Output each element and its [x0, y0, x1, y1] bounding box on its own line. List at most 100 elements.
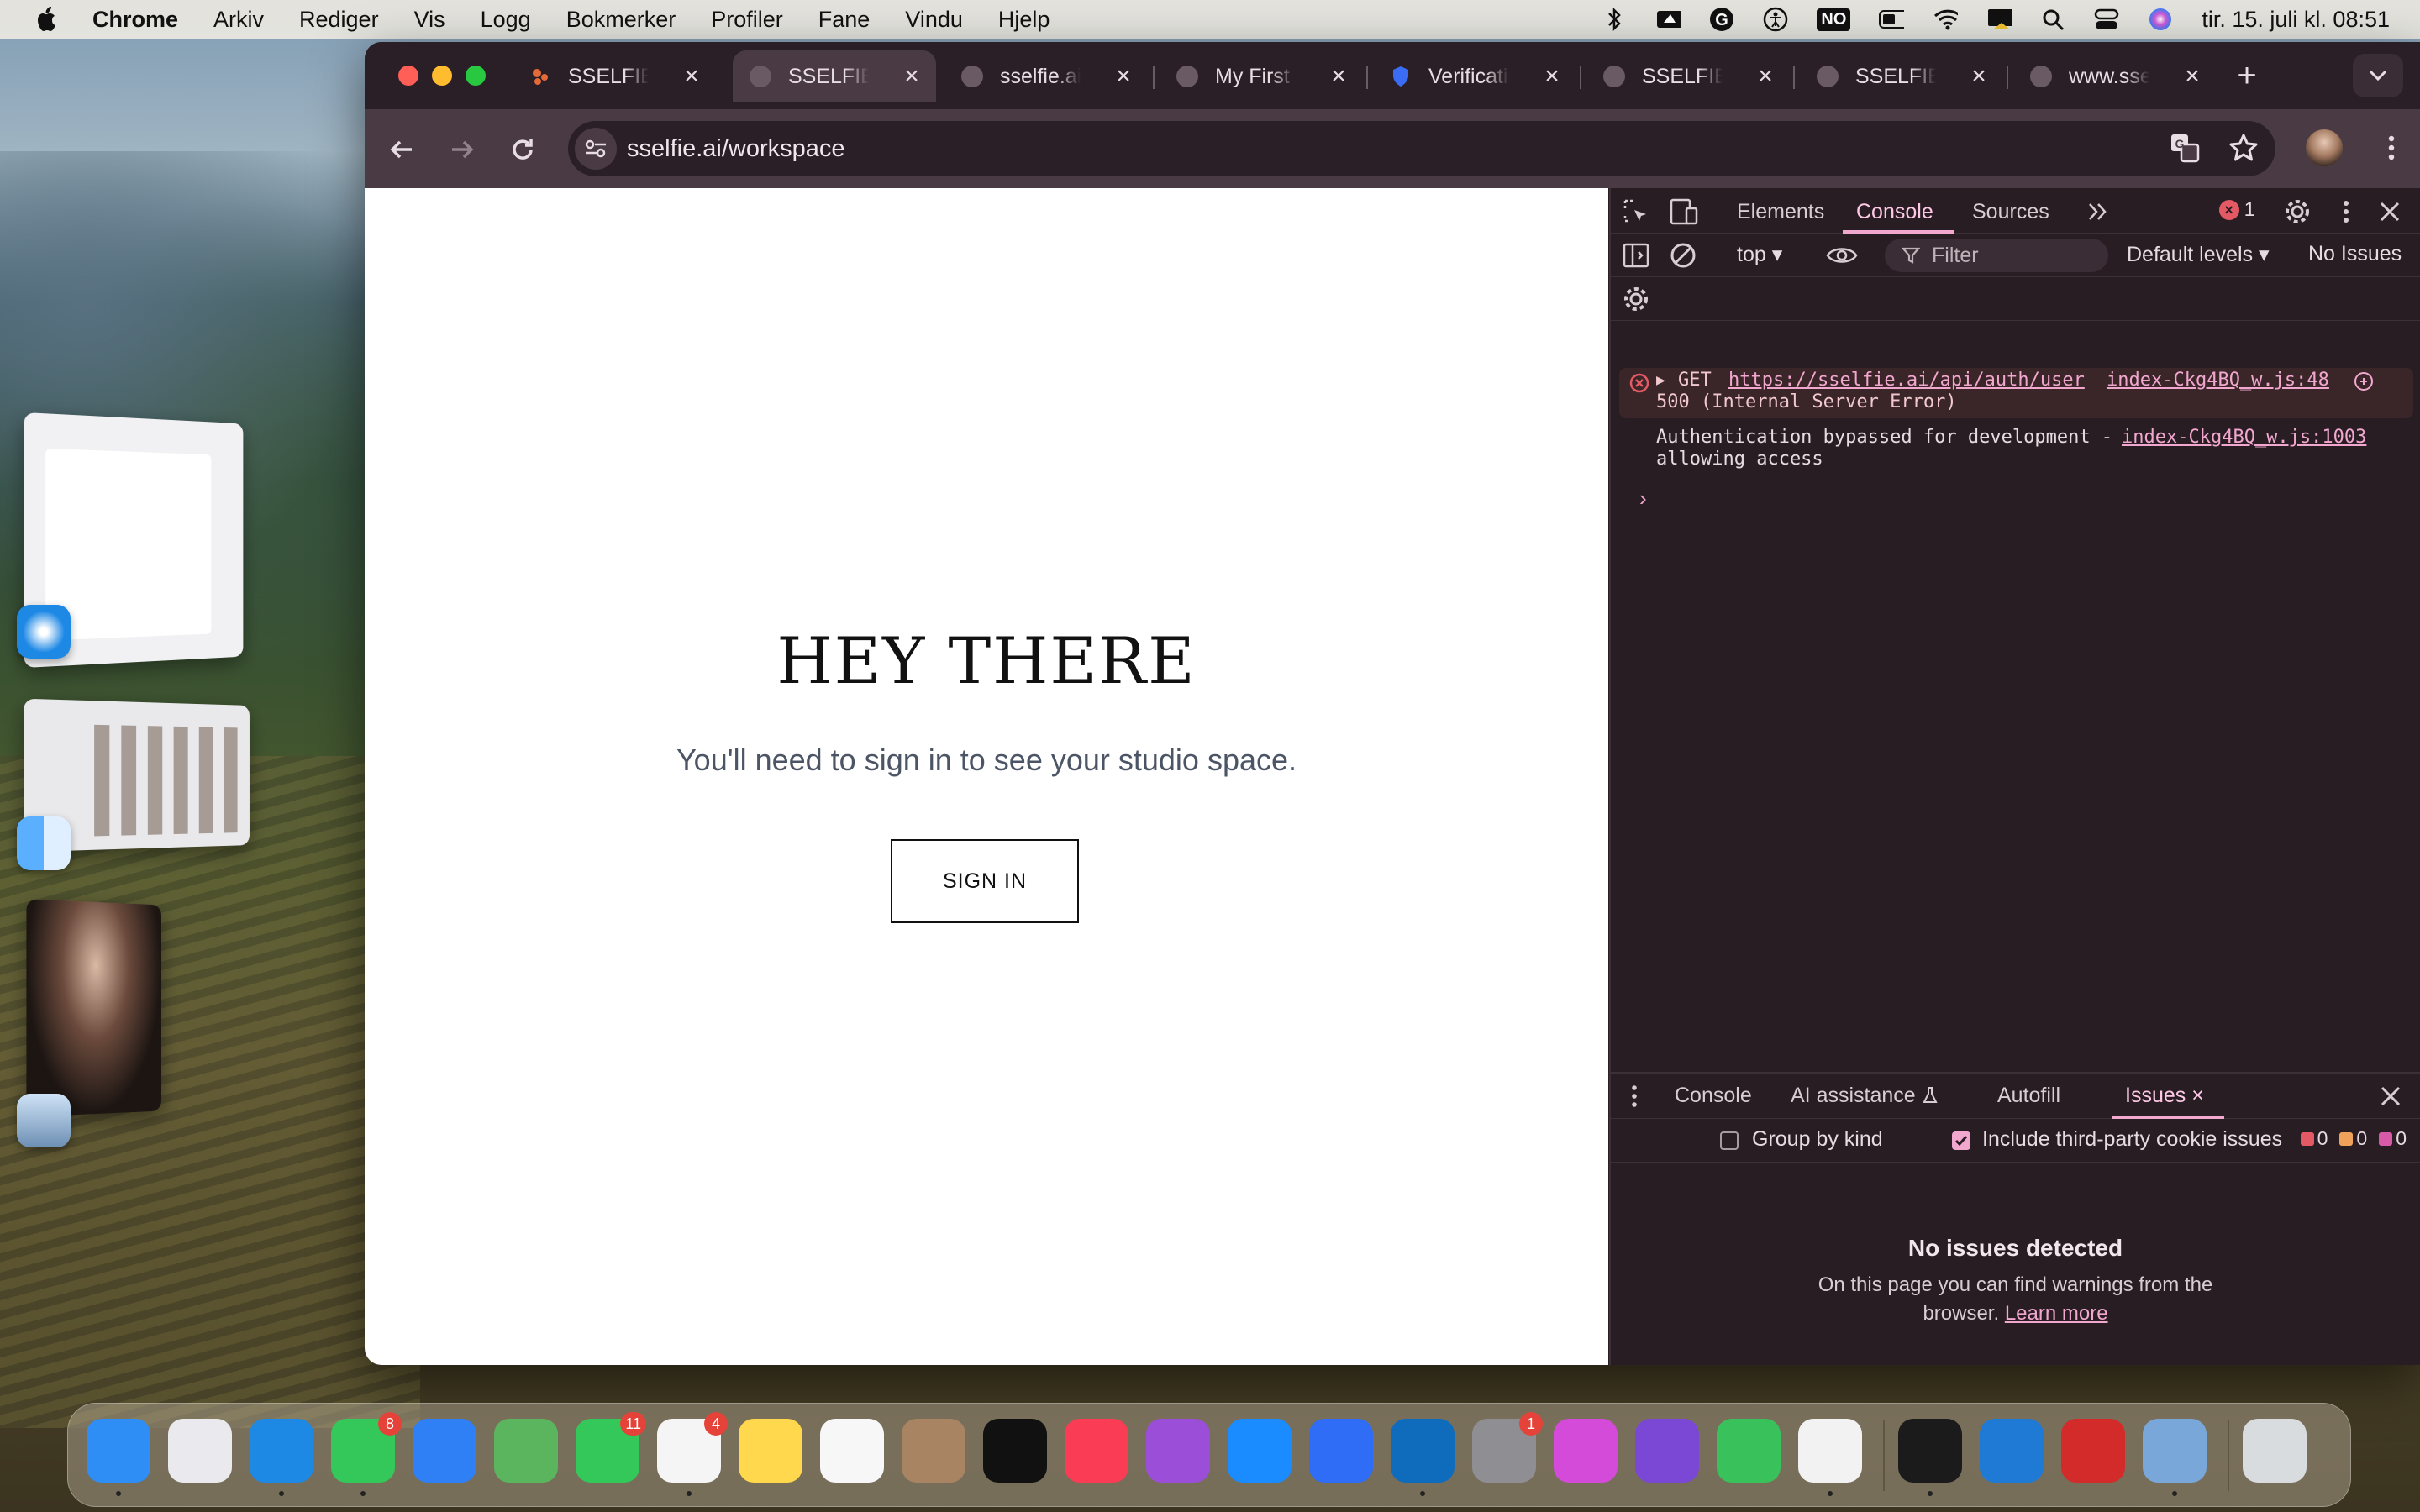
tab-close-icon[interactable]: × [1753, 64, 1778, 89]
menu-vis[interactable]: Vis [414, 7, 445, 33]
devtools-settings-icon[interactable] [2284, 198, 2311, 225]
tab-close-icon[interactable]: × [679, 64, 704, 89]
clear-console-icon[interactable] [1670, 242, 1697, 269]
tab-close-icon[interactable]: × [1966, 64, 1991, 89]
drawer-close-icon[interactable] [2380, 1085, 2402, 1107]
tab-close-icon[interactable]: × [2180, 64, 2205, 89]
chrome-menu-icon[interactable] [2383, 133, 2400, 163]
tab-my-first[interactable]: My First P × [1160, 50, 1363, 102]
stage-finder-icon[interactable] [17, 816, 71, 870]
menu-app-name[interactable]: Chrome [92, 7, 178, 33]
grammarly-icon[interactable]: G [1709, 7, 1734, 32]
dock-launchpad-icon[interactable] [168, 1419, 232, 1483]
group-by-kind-checkbox[interactable] [1720, 1131, 1739, 1150]
dock-app-store-icon[interactable] [1228, 1419, 1292, 1483]
learn-more-link[interactable]: Learn more [2005, 1302, 2108, 1325]
error-source-link[interactable]: index-Ckg4BQ_w.js:48 [2107, 370, 2329, 391]
tab-close-icon[interactable]: × [1539, 64, 1565, 89]
close-issues-tab-icon[interactable]: × [2191, 1084, 2204, 1107]
wifi-icon[interactable] [1933, 7, 1959, 32]
menubar-clock[interactable]: tir. 15. juli kl. 08:51 [2202, 7, 2390, 33]
menu-vindu[interactable]: Vindu [905, 7, 963, 33]
issues-status[interactable]: No Issues [2308, 242, 2402, 266]
dock-podcasts-icon[interactable] [1146, 1419, 1210, 1483]
control-center-icon[interactable] [2094, 7, 2119, 32]
new-tab-button[interactable]: + [2230, 59, 2264, 92]
dock-notes-icon[interactable] [739, 1419, 802, 1483]
console-prompt-caret[interactable]: › [1639, 486, 1647, 512]
console-settings-icon[interactable] [1623, 286, 1649, 312]
address-bar[interactable]: sselfie.ai/workspace [568, 121, 2275, 176]
third-party-cookie-checkbox[interactable] [1952, 1131, 1970, 1150]
tab-sselfie-2[interactable]: SSELFIE S × [733, 50, 936, 102]
dock-outlook-icon[interactable] [1391, 1419, 1455, 1496]
error-counter[interactable]: × 1 [2218, 198, 2255, 222]
dock-facetime-icon[interactable]: 11 [576, 1412, 646, 1483]
minimize-window-button[interactable] [432, 66, 452, 86]
site-info-icon[interactable] [575, 128, 617, 170]
dock-github-desktop-icon[interactable] [1635, 1419, 1699, 1483]
context-selector[interactable]: top ▾ [1737, 242, 1782, 267]
console-info-message[interactable]: Authentication bypassed for development … [1619, 427, 2413, 474]
inspect-element-icon[interactable] [1623, 198, 1649, 225]
tab-verification[interactable]: Verificatio × [1373, 50, 1576, 102]
dock-roblox-icon[interactable] [1309, 1419, 1373, 1483]
live-expression-eye-icon[interactable] [1826, 244, 1858, 267]
stage-thumb-photo[interactable] [26, 899, 161, 1117]
forward-button[interactable] [445, 133, 479, 166]
close-window-button[interactable] [398, 66, 418, 86]
devtools-tab-elements[interactable]: Elements [1737, 200, 1824, 224]
profile-avatar[interactable] [2306, 129, 2343, 166]
dock-safari-icon[interactable] [250, 1419, 313, 1496]
dock-vs-code-icon[interactable] [1980, 1419, 2044, 1483]
sidebar-toggle-icon[interactable] [1623, 242, 1649, 269]
sign-in-button[interactable]: SIGN IN [891, 839, 1079, 923]
menu-rediger[interactable]: Rediger [299, 7, 379, 33]
issue-counts[interactable]: 0 0 0 [2300, 1127, 2407, 1150]
dock-contacts-icon[interactable] [902, 1419, 965, 1483]
menu-logg[interactable]: Logg [481, 7, 531, 33]
battery-icon[interactable] [1879, 7, 1905, 32]
back-button[interactable] [385, 133, 418, 166]
apple-menu-icon[interactable] [34, 5, 59, 34]
tab-sselfie-4[interactable]: SSELFIE S × [1800, 50, 2003, 102]
drawer-menu-icon[interactable] [1629, 1084, 1639, 1109]
tab-search-button[interactable] [2353, 54, 2403, 97]
console-filter-input[interactable]: Filter [1885, 239, 2108, 272]
bookmark-star-icon[interactable] [2228, 133, 2259, 163]
stage-safari-icon[interactable] [17, 605, 71, 659]
dock-music-icon[interactable] [1065, 1419, 1128, 1483]
url-text[interactable]: sselfie.ai/workspace [627, 135, 845, 163]
tab-close-icon[interactable]: × [899, 64, 924, 89]
dock-freeform-icon[interactable] [820, 1419, 884, 1483]
dock-trash-icon[interactable] [2243, 1419, 2307, 1483]
expand-triangle-icon[interactable]: ▶ [1656, 370, 1665, 391]
dock-cursor-icon[interactable] [1898, 1419, 1962, 1496]
screen-mirror-icon[interactable] [1986, 7, 2012, 32]
devtools-more-icon[interactable] [2339, 198, 2353, 225]
devtools-tab-console[interactable]: Console [1856, 200, 1933, 224]
dock-system-settings-icon[interactable]: 1 [1472, 1412, 1543, 1483]
info-source-link[interactable]: index-Ckg4BQ_w.js:1003 [2122, 427, 2366, 449]
drawer-tab-autofill[interactable]: Autofill [1997, 1084, 2060, 1108]
menu-bokmerker[interactable]: Bokmerker [566, 7, 676, 33]
input-source-badge[interactable]: NO [1817, 8, 1851, 31]
dock-numbers-icon[interactable] [1717, 1419, 1781, 1483]
drawer-tab-ai-assistance[interactable]: AI assistance [1791, 1084, 1939, 1108]
dock-acrobat-icon[interactable] [2061, 1419, 2125, 1483]
accessibility-icon[interactable] [1763, 7, 1788, 32]
dock-messages-icon[interactable]: 8 [331, 1412, 402, 1496]
dock-preview-icon[interactable] [2143, 1419, 2207, 1496]
reload-button[interactable] [506, 133, 539, 166]
siri-icon[interactable] [2148, 7, 2173, 32]
dock-finder-icon[interactable] [87, 1419, 150, 1496]
dock-maps-icon[interactable] [494, 1419, 558, 1483]
drawer-tab-console[interactable]: Console [1675, 1084, 1752, 1108]
bluetooth-icon[interactable] [1602, 7, 1627, 32]
menu-fane[interactable]: Fane [818, 7, 871, 33]
tab-sselfie-1[interactable]: SSELFIE S × [513, 50, 716, 102]
menu-hjelp[interactable]: Hjelp [998, 7, 1050, 33]
drawer-tab-issues[interactable]: Issues × [2125, 1084, 2204, 1108]
spotlight-icon[interactable] [2040, 7, 2065, 32]
menu-profiler[interactable]: Profiler [711, 7, 783, 33]
